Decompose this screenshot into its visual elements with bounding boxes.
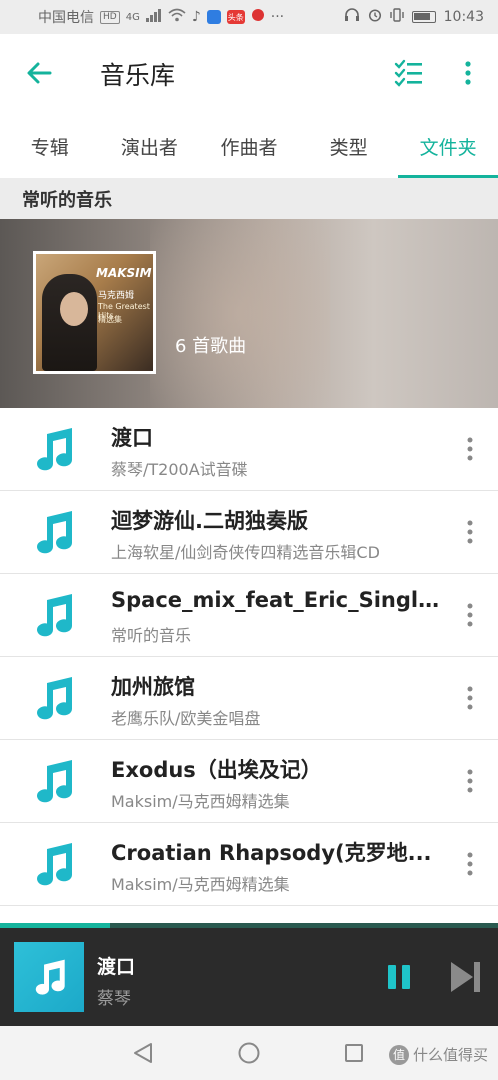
tab-albums[interactable]: 专辑 xyxy=(0,114,100,178)
hd-badge: HD xyxy=(100,10,120,24)
now-playing-title: 渡口 xyxy=(97,956,136,978)
song-row[interactable]: 渡口 蔡琴/T200A试音碟 xyxy=(0,408,498,491)
music-note-icon xyxy=(37,677,72,720)
song-title: 加州旅馆 xyxy=(111,675,195,699)
circle-home-icon xyxy=(238,1042,260,1064)
network-type: 4G xyxy=(125,11,140,23)
song-subtitle: 上海软星/仙剑奇侠传四精选音乐辑CD xyxy=(111,543,380,562)
song-title: Space_mix_feat_Eric_Singl... xyxy=(111,588,441,612)
album-art-figure xyxy=(42,274,97,371)
tab-folders[interactable]: 文件夹 xyxy=(398,114,498,178)
album-art-artist: MAKSIM xyxy=(96,266,152,280)
checklist-icon xyxy=(394,59,422,87)
watermark-logo-icon: 值 xyxy=(388,1044,409,1065)
huawei-app-icon xyxy=(251,8,265,26)
next-track-button[interactable] xyxy=(446,958,484,996)
signal-icon xyxy=(145,8,162,26)
music-note-icon xyxy=(35,959,65,995)
song-subtitle: 蔡琴/T200A试音碟 xyxy=(111,460,248,479)
banner-blur xyxy=(150,219,330,408)
song-row[interactable]: Exodus（出埃及记） Maksim/马克西姆精选集 xyxy=(0,740,498,823)
page-title: 音乐库 xyxy=(100,61,176,90)
song-row[interactable]: 迴梦游仙.二胡独奏版 上海软星/仙剑奇侠传四精选音乐辑CD xyxy=(0,491,498,574)
music-note-icon xyxy=(37,428,72,471)
album-art-title-cn: 马克西姆 xyxy=(98,291,135,301)
more-vertical-icon xyxy=(467,603,473,627)
song-title: 渡口 xyxy=(111,426,153,450)
headphone-icon xyxy=(344,8,360,26)
album-art: MAKSIM 马克西姆 The Greatest Hits 精选集 xyxy=(33,251,156,374)
song-subtitle: Maksim/马克西姆精选集 xyxy=(111,792,290,811)
status-bar: 中国电信 HD 4G ♪ 头条 ··· 10:43 xyxy=(0,0,498,34)
tab-composers[interactable]: 作曲者 xyxy=(199,114,299,178)
song-more-button[interactable] xyxy=(460,847,480,881)
album-art-face xyxy=(60,292,88,326)
song-more-button[interactable] xyxy=(460,681,480,715)
nav-home-button[interactable] xyxy=(238,1042,260,1068)
system-nav-bar: 值 什么值得买 xyxy=(0,1026,498,1080)
pause-button[interactable] xyxy=(382,960,416,994)
song-subtitle: 老鹰乐队/欧美金唱盘 xyxy=(111,709,261,728)
nav-back-button[interactable] xyxy=(132,1042,154,1068)
tab-genres[interactable]: 类型 xyxy=(299,114,399,178)
carrier-label: 中国电信 xyxy=(38,10,94,26)
battery-icon xyxy=(411,11,436,23)
music-note-icon xyxy=(37,760,72,803)
song-more-button[interactable] xyxy=(460,432,480,466)
song-row[interactable]: Croatian Rhapsody(克罗地... Maksim/马克西姆精选集 xyxy=(0,823,498,906)
library-tabs: 专辑 演出者 作曲者 类型 文件夹 xyxy=(0,114,498,178)
song-row[interactable]: Space_mix_feat_Eric_Singl... 常听的音乐 xyxy=(0,574,498,657)
now-playing-art xyxy=(14,942,84,1012)
watermark: 值 什么值得买 xyxy=(388,1044,488,1065)
song-row[interactable]: 加州旅馆 老鹰乐队/欧美金唱盘 xyxy=(0,657,498,740)
song-more-button[interactable] xyxy=(460,515,480,549)
watermark-text: 什么值得买 xyxy=(412,1046,488,1064)
vibrate-icon xyxy=(389,8,404,26)
multi-select-button[interactable] xyxy=(392,56,426,90)
arrow-left-icon xyxy=(27,62,52,84)
overflow-menu-button[interactable] xyxy=(456,56,480,90)
music-note-status-icon: ♪ xyxy=(191,9,201,25)
song-list: 渡口 蔡琴/T200A试音碟 迴梦游仙.二胡独奏版 上海软星/仙剑奇侠传四精选音… xyxy=(0,408,498,906)
status-time: 10:43 xyxy=(443,9,484,25)
folder-banner: MAKSIM 马克西姆 The Greatest Hits 精选集 6 首歌曲 xyxy=(0,219,498,408)
song-subtitle: 常听的音乐 xyxy=(111,626,192,645)
song-count: 6 首歌曲 xyxy=(175,336,247,357)
now-playing-artist: 蔡琴 xyxy=(97,989,131,1009)
song-title: 迴梦游仙.二胡独奏版 xyxy=(111,509,308,533)
baidu-app-icon xyxy=(206,10,221,24)
more-vertical-icon xyxy=(467,437,473,461)
more-vertical-icon xyxy=(465,61,471,85)
toutiao-app-icon: 头条 xyxy=(226,10,245,24)
triangle-back-icon xyxy=(134,1043,152,1063)
music-note-icon xyxy=(37,843,72,886)
pause-icon xyxy=(388,965,410,989)
more-vertical-icon xyxy=(467,852,473,876)
music-note-icon xyxy=(37,594,72,637)
more-vertical-icon xyxy=(467,520,473,544)
song-more-button[interactable] xyxy=(460,764,480,798)
song-title: Exodus（出埃及记） xyxy=(111,758,322,782)
app-bar: 音乐库 xyxy=(0,34,498,114)
mini-player[interactable]: 渡口 蔡琴 xyxy=(0,928,498,1026)
more-vertical-icon xyxy=(467,686,473,710)
song-subtitle: Maksim/马克西姆精选集 xyxy=(111,875,290,894)
square-recents-icon xyxy=(345,1044,363,1062)
back-button[interactable] xyxy=(22,56,56,90)
alarm-icon xyxy=(368,8,382,26)
more-vertical-icon xyxy=(467,769,473,793)
song-more-button[interactable] xyxy=(460,598,480,632)
skip-next-icon xyxy=(451,962,480,992)
more-notifications-icon: ··· xyxy=(270,9,285,25)
folder-title: 常听的音乐 xyxy=(0,178,498,219)
music-note-icon xyxy=(37,511,72,554)
wifi-icon xyxy=(168,8,186,26)
tab-artists[interactable]: 演出者 xyxy=(100,114,200,178)
album-art-subtitle-cn: 精选集 xyxy=(98,315,122,324)
song-title: Croatian Rhapsody(克罗地... xyxy=(111,841,432,865)
nav-recents-button[interactable] xyxy=(344,1043,364,1067)
